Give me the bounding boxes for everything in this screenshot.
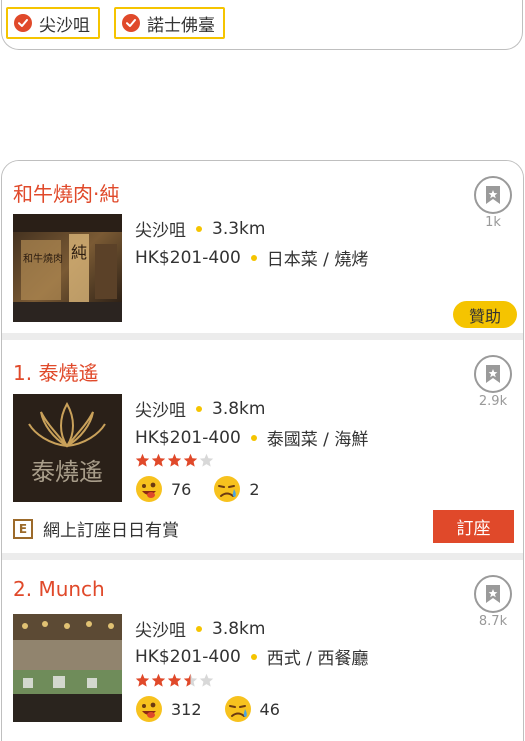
bookmark-button[interactable] <box>474 575 512 613</box>
cuisine-label: 日本菜 / 燒烤 <box>266 250 369 270</box>
check-icon <box>122 14 140 32</box>
district-label: 尖沙咀 <box>135 401 186 421</box>
svg-text:純: 純 <box>71 243 87 262</box>
cry-icon <box>224 696 251 722</box>
star-icon <box>199 453 214 467</box>
distance-label: 3.3km <box>212 218 266 239</box>
book-button[interactable]: 訂座 <box>433 510 514 543</box>
restaurant-card[interactable]: 和牛燒肉·純 和牛燒肉 純 尖沙咀 3.3km HK$201-400 日本菜 /… <box>2 161 523 333</box>
distance-label: 3.8km <box>212 398 266 419</box>
restaurant-title[interactable]: 2. Munch <box>13 577 105 601</box>
restaurant-card[interactable]: 2. Munch 尖沙咀 3.8km HK$201-400 西式 / 西餐廳 3… <box>2 560 523 741</box>
rating-stars <box>135 453 214 468</box>
restaurant-card[interactable]: 1. 泰燒遙 泰燒遙 尖沙咀 3.8km HK$201-400 泰國菜 / 海鮮… <box>2 340 523 553</box>
table-booking-icon: E <box>13 518 33 539</box>
star-icon <box>199 673 214 687</box>
filter-chip-label: 尖沙咀 <box>39 15 90 36</box>
price-label: HK$201-400 <box>135 646 241 667</box>
promo-line[interactable]: E 網上訂座日日有賞 <box>13 516 179 541</box>
restaurant-location: 尖沙咀 3.3km <box>135 216 266 242</box>
sponsor-badge: 贊助 <box>453 301 517 328</box>
restaurant-photo[interactable]: 和牛燒肉 純 <box>13 214 122 322</box>
rating-stars <box>135 673 214 688</box>
star-icon <box>167 453 182 467</box>
star-icon <box>135 453 150 467</box>
separator-dot <box>250 653 257 660</box>
filter-bar: 尖沙咀 諾士佛臺 <box>1 0 523 50</box>
bookmark-icon <box>486 585 500 603</box>
distance-label: 3.8km <box>212 618 266 639</box>
cry-count: 2 <box>249 479 260 499</box>
smile-count: 312 <box>171 699 202 719</box>
card-divider <box>2 333 523 340</box>
filter-chip-label: 諾士佛臺 <box>147 15 215 36</box>
cuisine-label: 泰國菜 / 海鮮 <box>266 430 369 450</box>
restaurant-title[interactable]: 和牛燒肉·純 <box>13 178 119 207</box>
separator-dot <box>196 625 202 632</box>
cry-icon <box>214 476 241 502</box>
smile-count: 76 <box>171 479 192 499</box>
separator-dot <box>250 254 257 261</box>
restaurant-meta: HK$201-400 日本菜 / 燒烤 <box>135 245 369 271</box>
restaurant-meta: HK$201-400 泰國菜 / 海鮮 <box>135 425 369 451</box>
bookmark-button[interactable] <box>474 355 512 393</box>
review-faces: 76 2 <box>135 475 260 503</box>
district-label: 尖沙咀 <box>135 621 186 641</box>
filter-chip-street[interactable]: 諾士佛臺 <box>114 7 225 39</box>
restaurant-photo[interactable]: 泰燒遙 <box>13 394 122 502</box>
restaurant-location: 尖沙咀 3.8km <box>135 616 266 642</box>
svg-text:和牛燒肉: 和牛燒肉 <box>23 252 63 265</box>
bookmark-icon <box>486 186 500 204</box>
star-icon <box>183 453 198 467</box>
restaurant-photo[interactable] <box>13 614 122 722</box>
bookmark-count: 1k <box>485 215 501 230</box>
restaurant-location: 尖沙咀 3.8km <box>135 396 266 422</box>
restaurant-title[interactable]: 1. 泰燒遙 <box>13 357 98 386</box>
logo-text: 泰燒遙 <box>31 458 103 486</box>
bookmark-button[interactable] <box>474 176 512 214</box>
restaurant-list: 和牛燒肉·純 和牛燒肉 純 尖沙咀 3.3km HK$201-400 日本菜 /… <box>1 160 524 741</box>
filter-chip-district[interactable]: 尖沙咀 <box>6 7 100 39</box>
card-divider <box>2 553 523 560</box>
separator-dot <box>250 434 257 441</box>
smile-icon <box>136 696 162 722</box>
star-icon <box>183 673 198 687</box>
smile-icon <box>136 476 162 502</box>
restaurant-meta: HK$201-400 西式 / 西餐廳 <box>135 644 369 670</box>
star-icon <box>167 673 182 687</box>
bookmark-count: 2.9k <box>478 394 508 409</box>
district-label: 尖沙咀 <box>135 221 186 241</box>
bookmark-icon <box>486 365 500 383</box>
review-faces: 312 46 <box>135 695 280 723</box>
separator-dot <box>196 405 202 412</box>
bookmark-count: 8.7k <box>478 614 508 629</box>
separator-dot <box>196 225 202 232</box>
promo-text: 網上訂座日日有賞 <box>43 521 179 541</box>
check-icon <box>14 14 32 32</box>
star-icon <box>151 673 166 687</box>
star-icon <box>135 673 150 687</box>
cry-count: 46 <box>259 699 280 719</box>
star-icon <box>151 453 166 467</box>
price-label: HK$201-400 <box>135 427 241 448</box>
price-label: HK$201-400 <box>135 247 241 268</box>
cuisine-label: 西式 / 西餐廳 <box>266 649 369 669</box>
